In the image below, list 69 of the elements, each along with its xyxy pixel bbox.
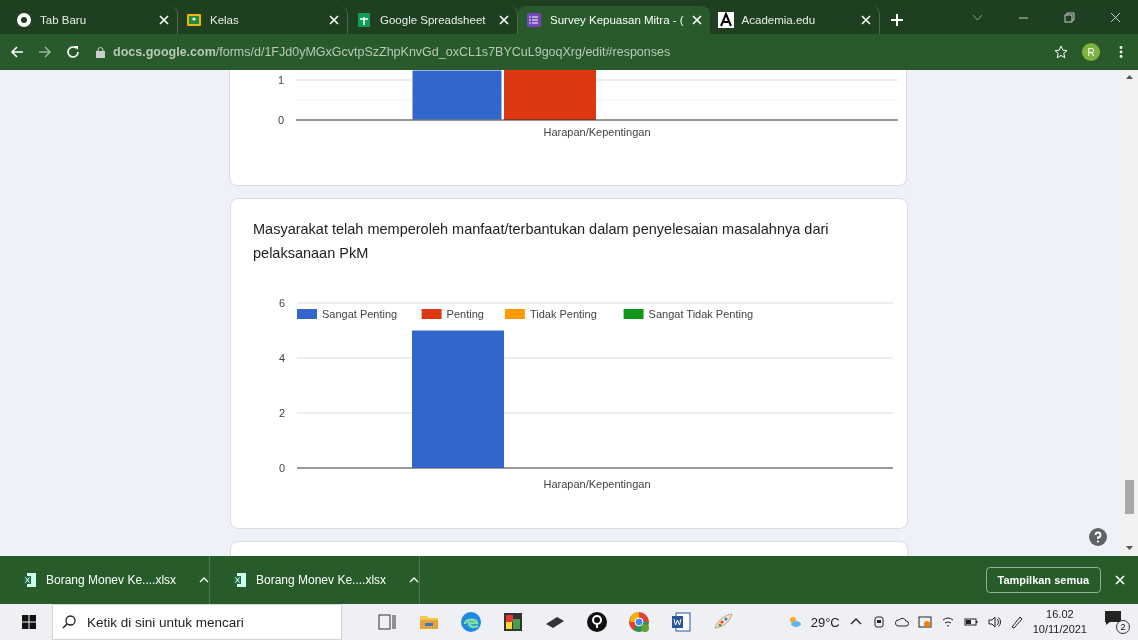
help-icon[interactable] xyxy=(1089,528,1107,546)
cloud-icon[interactable] xyxy=(894,615,909,629)
question-text: Masyarakat telah memperoleh manfaat/terbantukan dalam penyelesaian masalahnya dari pelaksanaan PkM xyxy=(253,220,830,263)
clock-time: 16.02 xyxy=(1046,607,1074,622)
scrollbar-thumb[interactable] xyxy=(1125,480,1134,514)
legend-label: Sangat Penting xyxy=(322,308,398,320)
taskbar-clock[interactable]: 16.02 10/11/2021 xyxy=(1032,607,1087,637)
reload-icon[interactable] xyxy=(66,45,80,59)
speaker-icon[interactable] xyxy=(986,615,1001,629)
axis-title: Harapan/Kepentingan xyxy=(543,126,651,138)
show-all-button[interactable]: Tampilkan semua xyxy=(985,567,1101,593)
legend-swatch xyxy=(504,309,525,319)
edge-browser-icon[interactable] xyxy=(460,611,482,633)
scroll-down-arrow-icon[interactable] xyxy=(1125,545,1134,551)
list-document-icon xyxy=(526,12,542,28)
wifi-icon[interactable] xyxy=(940,615,955,629)
scroll-up-arrow-icon[interactable] xyxy=(1125,74,1134,80)
clock-date: 10/11/2021 xyxy=(1032,622,1087,637)
legend-label: Sangat Tidak Penting xyxy=(648,308,754,320)
axis-tick-label: 0 xyxy=(277,114,284,126)
spreadsheet-icon xyxy=(356,12,372,28)
back-arrow-icon[interactable] xyxy=(10,45,24,59)
word-document-icon[interactable] xyxy=(670,611,692,633)
url-text[interactable]: docs.google.com/forms/d/1FJd0yMGxGcvtpSzZhpKnvGd_oxCL1s7BYCuL9goqXrg/edit#responses xyxy=(113,45,671,59)
legend-swatch xyxy=(297,309,317,319)
star-icon[interactable] xyxy=(1054,45,1068,59)
spreadsheet-file-icon xyxy=(234,573,246,587)
plus-icon[interactable] xyxy=(889,13,904,27)
classroom-icon xyxy=(186,12,202,28)
letter-a-logo-icon xyxy=(717,12,734,28)
tray-app-icon[interactable] xyxy=(917,615,932,629)
pen-icon[interactable] xyxy=(1009,615,1024,629)
legend-label: Penting xyxy=(446,308,484,320)
axis-tick-label: 6 xyxy=(278,297,285,309)
tab-title: Academia.edu xyxy=(741,14,817,26)
tab-title: Tab Baru xyxy=(40,14,88,26)
axis-tick-label: 4 xyxy=(278,352,285,364)
restore-icon[interactable] xyxy=(1063,11,1075,23)
category-label: Harapan/Kepentingan xyxy=(543,478,651,490)
notification-icon[interactable] xyxy=(1104,610,1122,626)
colored-squares-icon[interactable] xyxy=(502,611,524,633)
tab-title: Kelas xyxy=(210,14,240,26)
forward-arrow-icon[interactable] xyxy=(38,45,52,59)
file-name: Borang Monev Ke....xlsx xyxy=(46,573,178,587)
legend-swatch xyxy=(421,309,442,319)
legend-label: Tidak Penting xyxy=(529,308,597,320)
windows-logo-icon[interactable] xyxy=(22,615,36,629)
caret-icon[interactable] xyxy=(409,577,419,583)
tab-title: Google Spreadsheet xyxy=(380,14,487,26)
file-name: Borang Monev Ke....xlsx xyxy=(256,573,388,587)
tab-title: Survey Kepuasan Mitra - ( xyxy=(550,14,684,26)
battery-icon[interactable] xyxy=(963,615,978,629)
close-icon[interactable] xyxy=(1109,11,1121,23)
notification-count: 2 xyxy=(1116,620,1130,634)
legend-swatch xyxy=(623,309,644,319)
spreadsheet-file-icon xyxy=(24,573,36,587)
task-view-icon[interactable] xyxy=(376,611,398,633)
browser-tab[interactable]: Survey Kepuasan Mitra - ( xyxy=(518,6,710,34)
axis-tick-label: 0 xyxy=(278,462,285,474)
caret-icon[interactable] xyxy=(199,577,209,583)
temperature-text: 29°C xyxy=(810,614,840,630)
lock-icon xyxy=(96,46,105,58)
circle-logo-icon xyxy=(16,12,32,28)
search-icon xyxy=(62,615,76,629)
axis-tick-label: 1 xyxy=(277,74,284,86)
scrollbar[interactable] xyxy=(1121,70,1138,556)
chrome-profile-icon[interactable] xyxy=(628,611,650,633)
taskbar-search-field[interactable]: Ketik di sini untuk mencari xyxy=(52,604,342,640)
axis-tick-label: 2 xyxy=(278,407,285,419)
